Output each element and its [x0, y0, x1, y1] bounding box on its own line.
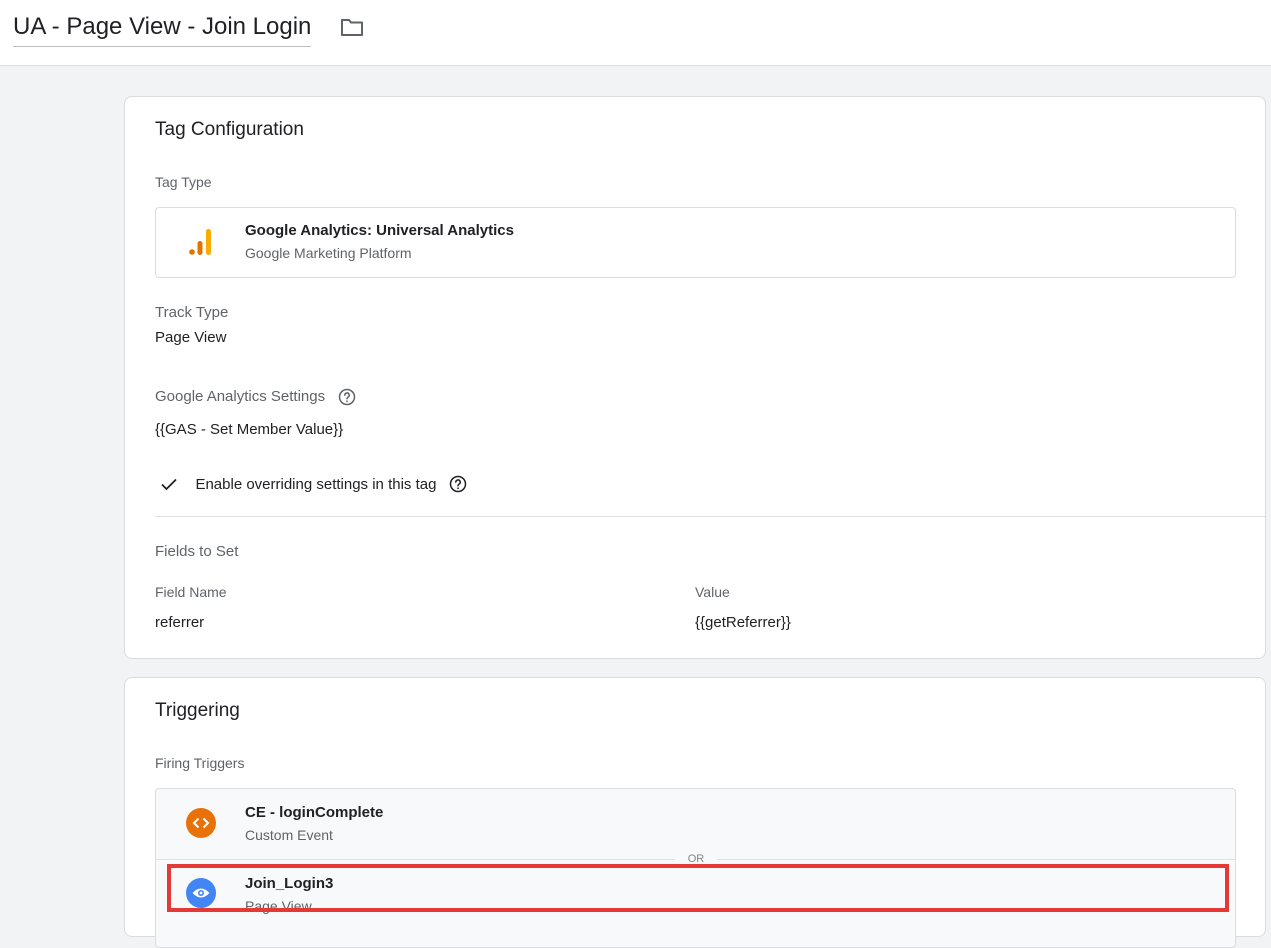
page-view-icon-badge [186, 878, 216, 908]
tag-type-label: Tag Type [155, 174, 212, 190]
folder-icon[interactable] [339, 15, 365, 39]
trigger-name: Join_Login3 [245, 875, 334, 892]
trigger-name: CE - loginComplete [245, 804, 384, 821]
tag-type-box[interactable]: Google Analytics: Universal Analytics Go… [155, 207, 1236, 278]
tag-configuration-card[interactable]: Tag Configuration Tag Type Google Analyt… [124, 96, 1266, 659]
card-title-triggering: Triggering [155, 700, 240, 721]
code-brackets-icon [192, 817, 210, 829]
firing-triggers-list: CE - loginComplete Custom Event OR Join_… [155, 788, 1236, 948]
page-header: UA - Page View - Join Login [0, 0, 1271, 66]
eye-icon [192, 888, 210, 898]
google-analytics-icon [189, 229, 211, 255]
ga-settings-value: {{GAS - Set Member Value}} [155, 421, 344, 438]
override-settings-row[interactable]: Enable overriding settings in this tag [159, 474, 467, 494]
track-type-value: Page View [155, 329, 227, 346]
tag-name-title[interactable]: UA - Page View - Join Login [13, 12, 312, 47]
custom-event-icon-badge [186, 808, 216, 838]
value-header: Value [695, 584, 730, 600]
tag-type-provider: Google Marketing Platform [245, 245, 412, 261]
track-type-label: Track Type [155, 304, 229, 321]
trigger-type: Custom Event [245, 827, 333, 843]
fields-to-set-label: Fields to Set [155, 543, 239, 560]
field-value-cell: {{getReferrer}} [695, 614, 791, 631]
field-name-header: Field Name [155, 584, 227, 600]
trigger-row-join-login3[interactable]: Join_Login3 Page View [156, 860, 1235, 930]
firing-triggers-label: Firing Triggers [155, 755, 245, 771]
field-name-cell: referrer [155, 614, 205, 631]
section-divider [155, 516, 1266, 517]
help-icon[interactable] [449, 475, 467, 493]
triggering-card[interactable]: Triggering Firing Triggers CE - loginCom… [124, 677, 1266, 948]
ga-settings-label: Google Analytics Settings [155, 388, 326, 406]
override-settings-label: Enable overriding settings in this tag [195, 475, 437, 493]
card-title-tag-configuration: Tag Configuration [155, 119, 304, 140]
checkmark-icon[interactable] [159, 474, 179, 494]
tag-type-name: Google Analytics: Universal Analytics [245, 222, 514, 239]
trigger-type: Page View [245, 898, 312, 914]
trigger-row-login-complete[interactable]: CE - loginComplete Custom Event [156, 789, 1235, 859]
help-icon[interactable] [338, 388, 356, 406]
ga-settings-label-row: Google Analytics Settings [155, 388, 356, 406]
